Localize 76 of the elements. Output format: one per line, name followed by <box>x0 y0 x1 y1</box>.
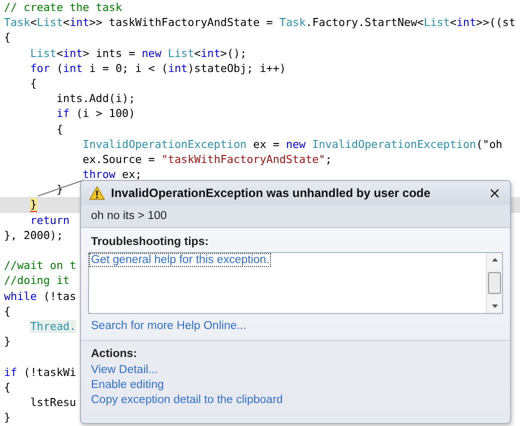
code-keyword: int <box>70 16 90 30</box>
popup-title: InvalidOperationException was unhandled by user code <box>111 186 432 200</box>
code-text: >>((st <box>476 16 516 30</box>
code-type: List <box>36 16 64 30</box>
section-heading: Troubleshooting tips: <box>90 235 210 250</box>
action-link[interactable]: Enable editing <box>88 378 167 392</box>
code-text: (i > 100) <box>75 107 136 120</box>
code-keyword: new <box>142 46 162 60</box>
scrollbar[interactable] <box>486 253 502 313</box>
scroll-down-icon[interactable] <box>490 304 498 309</box>
action-link[interactable]: Copy exception detail to the clipboard <box>88 393 286 407</box>
code-type: Task <box>4 16 30 30</box>
section-heading: Actions: <box>90 347 138 362</box>
code-text: .Factory.StartNew< <box>306 16 424 30</box>
code-keyword: return <box>30 214 70 227</box>
code-type: InvalidOperationException <box>311 138 476 151</box>
scroll-up-icon[interactable] <box>490 257 498 262</box>
code-text: { <box>4 380 11 394</box>
exception-message: oh no its > 100 <box>81 205 510 228</box>
code-text: >> taskWithFactoryAndState = <box>89 16 274 30</box>
code-keyword: int <box>63 46 83 60</box>
code-type: InvalidOperationException <box>82 138 247 151</box>
code-text: { <box>4 31 11 44</box>
code-text: (!taskWi <box>22 366 76 378</box>
code-text: } <box>4 335 11 348</box>
code-text: ex.Source = <box>82 152 156 166</box>
leader-line <box>36 178 86 198</box>
code-comment: // create the task <box>4 1 122 14</box>
code-keyword: new <box>286 138 306 151</box>
code-text: ints.Add(i); <box>55 92 136 106</box>
code-keyword: while <box>4 290 37 303</box>
code-type: Thread. <box>30 320 76 333</box>
code-keyword: int <box>200 46 220 60</box>
code-text: } <box>4 411 11 424</box>
code-keyword: if <box>4 366 18 378</box>
code-keyword: int <box>63 62 83 75</box>
code-type: List <box>424 16 450 30</box>
code-keyword: for <box>30 62 50 75</box>
code-comment: //doing it <box>4 274 70 288</box>
code-text: i = 0; i < ( <box>88 62 168 75</box>
code-text: (!tas <box>42 290 76 303</box>
code-text: < <box>56 46 64 60</box>
code-text: )stateObj; i++) <box>188 62 286 75</box>
code-text: }, 2000); <box>4 228 64 242</box>
warning-icon <box>89 186 105 200</box>
code-text: < <box>450 16 456 30</box>
action-link[interactable]: View Detail... <box>88 363 161 377</box>
code-text: } <box>55 183 64 196</box>
code-keyword: int <box>456 16 476 30</box>
help-link[interactable]: Get general help for this exception. <box>90 254 270 266</box>
code-keyword: if <box>55 107 70 120</box>
code-text: lstResu <box>30 396 76 409</box>
code-text: ; <box>325 152 332 166</box>
code-text: < <box>63 16 70 30</box>
code-text: { <box>4 304 11 318</box>
code-comment: //wait on t <box>4 259 76 272</box>
search-help-link[interactable]: Search for more Help Online... <box>88 318 503 334</box>
code-text: ("oh <box>476 138 502 151</box>
code-type: Task <box>279 16 306 30</box>
close-button[interactable]: × <box>485 184 504 202</box>
code-type: List <box>30 46 56 60</box>
code-text: { <box>55 122 64 136</box>
code-text: ( <box>55 62 64 75</box>
code-text: ex = <box>252 138 280 151</box>
code-type: List <box>166 46 194 60</box>
code-text: > ints = <box>82 46 136 60</box>
scroll-thumb[interactable] <box>488 272 501 294</box>
code-text: { <box>30 76 37 90</box>
code-text: >(); <box>220 46 247 60</box>
code-text: < <box>194 46 201 60</box>
code-keyword: throw <box>82 168 116 182</box>
code-keyword: int <box>168 62 188 75</box>
current-statement: } <box>30 198 37 212</box>
code-text: ex; <box>121 168 142 182</box>
code-string: "taskWithFactoryAndState" <box>161 152 326 166</box>
code-text: < <box>30 16 37 30</box>
